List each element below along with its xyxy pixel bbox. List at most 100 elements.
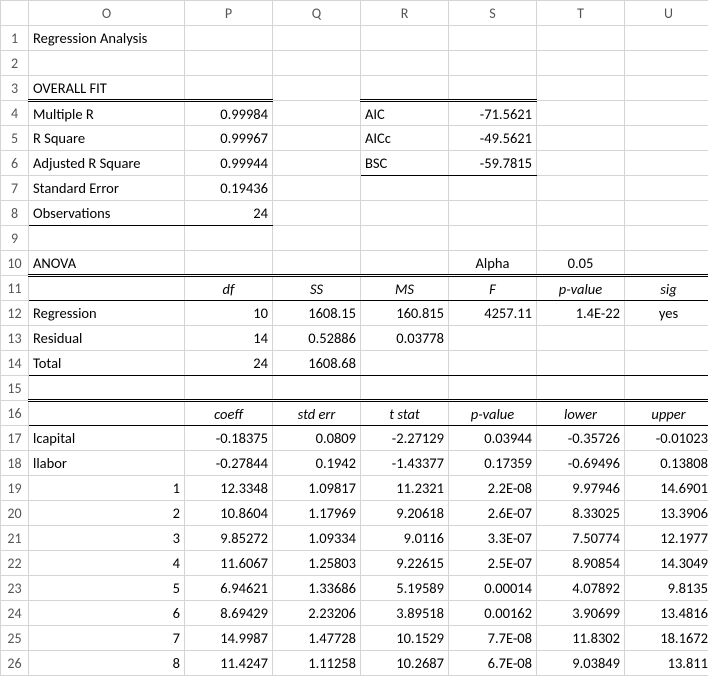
- cell[interactable]: [449, 326, 537, 351]
- cell[interactable]: [537, 26, 625, 51]
- row-header[interactable]: 1: [1, 26, 29, 51]
- cell[interactable]: 3.89518: [361, 601, 449, 626]
- cell[interactable]: 6.7E-08: [449, 651, 537, 676]
- cell[interactable]: 8: [29, 651, 185, 676]
- cell[interactable]: llabor: [29, 451, 185, 476]
- cell[interactable]: p-value: [449, 401, 537, 426]
- cell[interactable]: 0.00162: [449, 601, 537, 626]
- cell[interactable]: Regression: [29, 301, 185, 326]
- cell[interactable]: [273, 251, 361, 276]
- cell[interactable]: 4.07892: [537, 576, 625, 601]
- cell[interactable]: [361, 51, 449, 76]
- cell[interactable]: [29, 276, 185, 301]
- cell[interactable]: 11.4247: [185, 651, 273, 676]
- cell[interactable]: Observations: [29, 201, 185, 226]
- cell[interactable]: 2.6E-07: [449, 501, 537, 526]
- cell[interactable]: 3.90699: [537, 601, 625, 626]
- cell[interactable]: 3.3E-07: [449, 526, 537, 551]
- cell[interactable]: df: [185, 276, 273, 301]
- col-header[interactable]: U: [625, 1, 708, 26]
- cell[interactable]: AIC: [361, 101, 449, 126]
- cell[interactable]: [361, 26, 449, 51]
- cell[interactable]: -59.7815: [449, 151, 537, 176]
- cell[interactable]: 7.7E-08: [449, 626, 537, 651]
- cell[interactable]: [29, 401, 185, 426]
- cell[interactable]: 1.4E-22: [537, 301, 625, 326]
- cell[interactable]: -0.18375: [185, 426, 273, 451]
- cell[interactable]: [537, 51, 625, 76]
- cell[interactable]: 18.1672: [625, 626, 708, 651]
- cell[interactable]: 13.811: [625, 651, 708, 676]
- cell[interactable]: 9.8135: [625, 576, 708, 601]
- cell[interactable]: 0.99944: [185, 151, 273, 176]
- col-header[interactable]: T: [537, 1, 625, 26]
- cell[interactable]: -2.27129: [361, 426, 449, 451]
- cell[interactable]: [29, 51, 185, 76]
- cell[interactable]: [537, 151, 625, 176]
- cell[interactable]: 7: [29, 626, 185, 651]
- cell[interactable]: [273, 51, 361, 76]
- row-header[interactable]: 6: [1, 151, 29, 176]
- row-header[interactable]: 18: [1, 451, 29, 476]
- cell[interactable]: [361, 251, 449, 276]
- cell[interactable]: [361, 226, 449, 251]
- cell[interactable]: [537, 351, 625, 376]
- cell[interactable]: [361, 176, 449, 201]
- cell[interactable]: [537, 376, 625, 401]
- cell[interactable]: [273, 201, 361, 226]
- cell[interactable]: [273, 76, 361, 101]
- row-header[interactable]: 7: [1, 176, 29, 201]
- spreadsheet-grid[interactable]: O P Q R S T U 1 Regression Analysis 2 3 …: [0, 0, 708, 676]
- cell[interactable]: 24: [185, 201, 273, 226]
- cell[interactable]: [185, 376, 273, 401]
- cell[interactable]: -0.27844: [185, 451, 273, 476]
- row-header[interactable]: 20: [1, 501, 29, 526]
- cell[interactable]: [625, 251, 708, 276]
- cell[interactable]: 0.99967: [185, 126, 273, 151]
- cell[interactable]: [273, 101, 361, 126]
- col-header[interactable]: P: [185, 1, 273, 26]
- cell[interactable]: [273, 176, 361, 201]
- cell[interactable]: 13.4816: [625, 601, 708, 626]
- cell[interactable]: 6.94621: [185, 576, 273, 601]
- cell[interactable]: 9.03849: [537, 651, 625, 676]
- col-header[interactable]: Q: [273, 1, 361, 26]
- cell[interactable]: 11.8302: [537, 626, 625, 651]
- cell[interactable]: [185, 51, 273, 76]
- cell[interactable]: coeff: [185, 401, 273, 426]
- cell[interactable]: [185, 226, 273, 251]
- cell[interactable]: [537, 326, 625, 351]
- row-header[interactable]: 4: [1, 101, 29, 126]
- cell[interactable]: [625, 51, 708, 76]
- cell[interactable]: 9.97946: [537, 476, 625, 501]
- cell[interactable]: [537, 226, 625, 251]
- cell[interactable]: 1608.15: [273, 301, 361, 326]
- cell-title[interactable]: Regression Analysis: [29, 26, 185, 51]
- row-header[interactable]: 17: [1, 426, 29, 451]
- row-header[interactable]: 10: [1, 251, 29, 276]
- cell[interactable]: 8.90854: [537, 551, 625, 576]
- cell[interactable]: [625, 201, 708, 226]
- cell[interactable]: [29, 376, 185, 401]
- cell[interactable]: std err: [273, 401, 361, 426]
- cell[interactable]: 5: [29, 576, 185, 601]
- cell[interactable]: 9.22615: [361, 551, 449, 576]
- cell[interactable]: 2.2E-08: [449, 476, 537, 501]
- cell[interactable]: 11.2321: [361, 476, 449, 501]
- cell[interactable]: [361, 76, 449, 101]
- row-header[interactable]: 24: [1, 601, 29, 626]
- cell[interactable]: [625, 126, 708, 151]
- cell[interactable]: 1.47728: [273, 626, 361, 651]
- cell[interactable]: [625, 151, 708, 176]
- cell[interactable]: 1.09817: [273, 476, 361, 501]
- cell[interactable]: F: [449, 276, 537, 301]
- cell[interactable]: 0.17359: [449, 451, 537, 476]
- cell[interactable]: 7.50774: [537, 526, 625, 551]
- cell[interactable]: [273, 126, 361, 151]
- cell[interactable]: 0.05: [537, 251, 625, 276]
- cell[interactable]: [185, 76, 273, 101]
- cell[interactable]: 1.25803: [273, 551, 361, 576]
- row-header[interactable]: 12: [1, 301, 29, 326]
- cell[interactable]: 0.00014: [449, 576, 537, 601]
- cell[interactable]: upper: [625, 401, 708, 426]
